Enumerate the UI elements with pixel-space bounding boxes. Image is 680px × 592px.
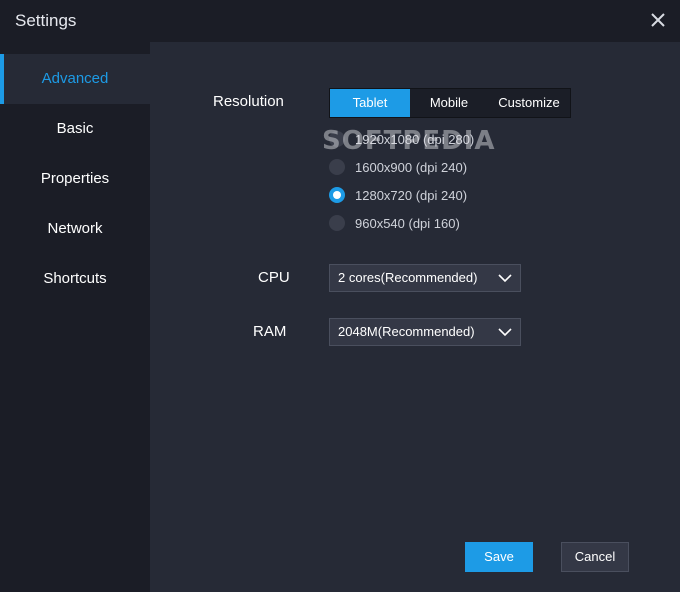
title-bar: Settings xyxy=(0,0,680,42)
cancel-button[interactable]: Cancel xyxy=(561,542,629,572)
sidebar-item-properties[interactable]: Properties xyxy=(0,154,150,204)
sidebar-item-basic[interactable]: Basic xyxy=(0,104,150,154)
cpu-select-value: 2 cores(Recommended) xyxy=(338,270,478,285)
resolution-option-label: 1280x720 (dpi 240) xyxy=(355,187,468,203)
resolution-label: Resolution xyxy=(213,93,284,110)
resolution-option-label: 1920x1080 (dpi 280) xyxy=(355,131,475,147)
chevron-down-icon xyxy=(498,274,512,283)
resolution-option-label: 1600x900 (dpi 240) xyxy=(355,159,468,175)
window-title: Settings xyxy=(15,11,77,30)
ram-select-value: 2048M(Recommended) xyxy=(338,324,475,339)
sidebar-item-network[interactable]: Network xyxy=(0,204,150,254)
cpu-select[interactable]: 2 cores(Recommended) xyxy=(329,264,521,292)
tab-tablet[interactable]: Tablet xyxy=(330,89,410,117)
resolution-option-label: 960x540 (dpi 160) xyxy=(355,215,460,231)
sidebar: Advanced Basic Properties Network Shortc… xyxy=(0,42,150,592)
resolution-option-1600[interactable]: 1600x900 (dpi 240) xyxy=(329,157,467,177)
radio-button[interactable] xyxy=(329,215,345,231)
ram-label: RAM xyxy=(253,323,287,340)
resolution-option-1280[interactable]: 1280x720 (dpi 240) xyxy=(329,185,467,205)
close-icon[interactable] xyxy=(648,10,668,30)
tab-customize[interactable]: Customize xyxy=(488,89,570,117)
resolution-option-1920[interactable]: 1920x1080 (dpi 280) xyxy=(329,129,474,149)
tab-mobile[interactable]: Mobile xyxy=(410,89,488,117)
cpu-label: CPU xyxy=(258,269,290,286)
sidebar-item-shortcuts[interactable]: Shortcuts xyxy=(0,254,150,304)
radio-button[interactable] xyxy=(329,159,345,175)
save-button[interactable]: Save xyxy=(465,542,533,572)
chevron-down-icon xyxy=(498,328,512,337)
radio-button-selected[interactable] xyxy=(329,187,345,203)
sidebar-item-advanced[interactable]: Advanced xyxy=(0,54,150,104)
resolution-option-960[interactable]: 960x540 (dpi 160) xyxy=(329,213,460,233)
radio-button[interactable] xyxy=(329,131,345,147)
resolution-mode-tabs: Tablet Mobile Customize xyxy=(329,88,571,118)
settings-panel: Resolution Tablet Mobile Customize 1920x… xyxy=(150,42,680,592)
ram-select[interactable]: 2048M(Recommended) xyxy=(329,318,521,346)
